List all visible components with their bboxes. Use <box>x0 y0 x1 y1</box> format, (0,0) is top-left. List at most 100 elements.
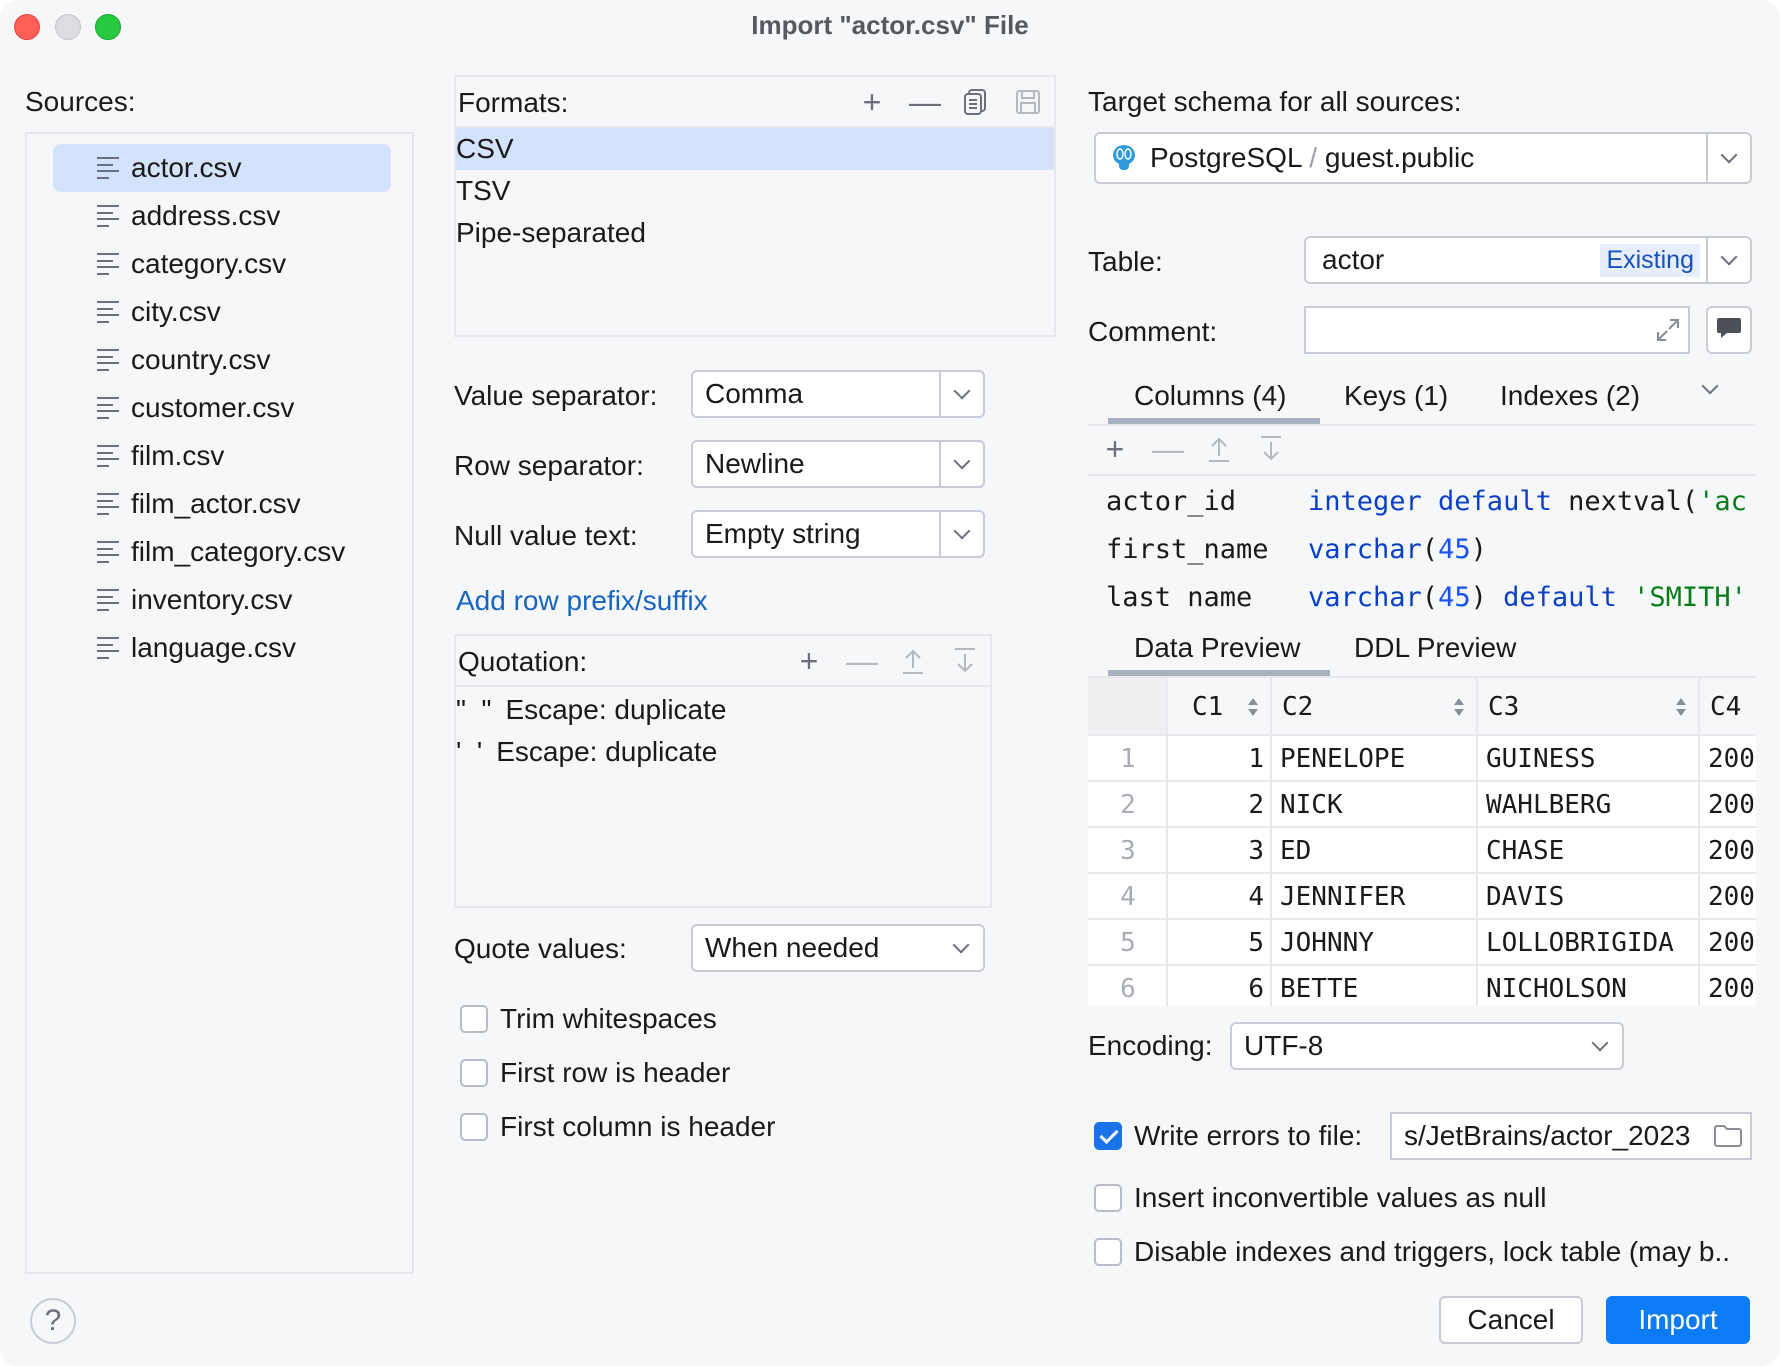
source-item[interactable]: actor.csv <box>53 144 391 192</box>
grid-cell[interactable]: 3 <box>1168 828 1264 874</box>
grid-cell[interactable]: 200 <box>1708 828 1755 874</box>
source-item[interactable]: language.csv <box>53 624 391 672</box>
preview-tab[interactable]: DDL Preview <box>1354 632 1516 664</box>
structure-tab[interactable]: Keys (1) <box>1344 380 1448 412</box>
grid-cell[interactable]: 2 <box>1168 782 1264 828</box>
source-item[interactable]: inventory.csv <box>53 576 391 624</box>
comment-editor-button[interactable] <box>1706 306 1752 354</box>
column-header[interactable]: C2 <box>1282 684 1313 730</box>
copy-icon[interactable] <box>961 87 991 117</box>
move-up-icon[interactable] <box>898 646 928 676</box>
move-down-icon[interactable] <box>950 646 980 676</box>
format-item[interactable]: TSV <box>456 170 1054 212</box>
column-definition[interactable]: actor_id integer default nextval('ac <box>1106 482 1747 522</box>
tabs-overflow-chevron-icon[interactable] <box>1701 377 1719 395</box>
null-value-text-select[interactable]: Empty string <box>691 510 985 558</box>
add-row-prefix-suffix-link[interactable]: Add row prefix/suffix <box>456 585 708 617</box>
source-item[interactable]: address.csv <box>53 192 391 240</box>
grid-cell[interactable]: PENELOPE <box>1280 736 1405 782</box>
grid-cell[interactable]: 200 <box>1708 782 1755 828</box>
grid-cell[interactable]: 200 <box>1708 920 1755 966</box>
grid-cell[interactable]: 200 <box>1708 874 1755 920</box>
grid-cell[interactable]: 1 <box>1168 736 1264 782</box>
grid-cell[interactable]: GUINESS <box>1486 736 1596 782</box>
format-option-label: Trim whitespaces <box>500 1003 717 1034</box>
save-icon[interactable] <box>1013 87 1043 117</box>
columns-list[interactable]: actor_id integer default nextval('ac first… <box>1088 476 1756 610</box>
grid-cell[interactable]: NICHOLSON <box>1486 966 1627 1006</box>
structure-tab[interactable]: Columns (4) <box>1134 380 1286 412</box>
cancel-button[interactable]: Cancel <box>1439 1296 1583 1344</box>
sort-icon[interactable] <box>1454 697 1464 717</box>
source-item[interactable]: customer.csv <box>53 384 391 432</box>
remove-icon[interactable]: — <box>846 645 878 677</box>
add-icon[interactable]: + <box>857 86 887 118</box>
column-header[interactable]: C3 <box>1488 684 1519 730</box>
grid-cell[interactable]: 4 <box>1168 874 1264 920</box>
sort-icon[interactable] <box>1676 697 1686 717</box>
source-item[interactable]: film.csv <box>53 432 391 480</box>
move-down-icon[interactable] <box>1256 434 1286 464</box>
folder-icon[interactable] <box>1706 1123 1750 1149</box>
sort-icon[interactable] <box>1248 697 1258 717</box>
source-item[interactable]: category.csv <box>53 240 391 288</box>
encoding-value: UTF-8 <box>1244 1030 1324 1061</box>
column-header[interactable]: C1 <box>1192 684 1223 730</box>
import-button[interactable]: Import <box>1606 1296 1750 1344</box>
table-select[interactable]: actor Existing <box>1304 236 1752 284</box>
quotation-item[interactable]: " " Escape: duplicate <box>456 689 990 731</box>
write-errors-checkbox[interactable] <box>1094 1122 1122 1150</box>
error-file-path-input[interactable]: s/JetBrains/actor_2023 <box>1390 1112 1752 1160</box>
preview-tab[interactable]: Data Preview <box>1134 632 1301 664</box>
grid-cell[interactable]: 6 <box>1168 966 1264 1006</box>
grid-cell[interactable]: NICK <box>1280 782 1343 828</box>
value-separator-select[interactable]: Comma <box>691 370 985 418</box>
add-icon[interactable]: + <box>794 645 824 677</box>
structure-tab[interactable]: Indexes (2) <box>1500 380 1640 412</box>
grid-cell[interactable]: 5 <box>1168 920 1264 966</box>
grid-cell[interactable]: 200 <box>1708 966 1755 1006</box>
row-separator-select[interactable]: Newline <box>691 440 985 488</box>
insert-null-checkbox[interactable] <box>1094 1184 1122 1212</box>
grid-cell[interactable]: BETTE <box>1280 966 1358 1006</box>
grid-cell[interactable]: JOHNNY <box>1280 920 1374 966</box>
grid-cell[interactable]: WAHLBERG <box>1486 782 1611 828</box>
comment-input[interactable] <box>1304 306 1690 354</box>
grid-cell[interactable]: DAVIS <box>1486 874 1564 920</box>
remove-icon[interactable]: — <box>909 86 941 118</box>
quotation-list[interactable]: " " Escape: duplicate ' ' Escape: duplicate <box>456 687 990 906</box>
format-item[interactable]: Pipe-separated <box>456 212 1054 254</box>
grid-cell[interactable]: LOLLOBRIGIDA <box>1486 920 1674 966</box>
format-item[interactable]: CSV <box>456 128 1054 170</box>
format-option-checkbox[interactable] <box>460 1113 488 1141</box>
quotation-item[interactable]: ' ' Escape: duplicate <box>456 731 990 773</box>
row-separator-label: Row separator: <box>454 450 644 481</box>
grid-cell[interactable]: CHASE <box>1486 828 1564 874</box>
source-item[interactable]: country.csv <box>53 336 391 384</box>
source-item[interactable]: city.csv <box>53 288 391 336</box>
quote-values-select[interactable]: When needed <box>691 924 985 972</box>
format-option-checkbox[interactable] <box>460 1005 488 1033</box>
sources-list[interactable]: actor.csv address.csv category.csv city.csv… <box>25 132 414 1274</box>
expand-icon[interactable] <box>1648 316 1688 344</box>
column-definition[interactable]: first_name varchar(45) <box>1106 530 1487 570</box>
write-errors-label: Write errors to file: <box>1134 1120 1363 1151</box>
column-header[interactable]: C4 <box>1710 684 1741 730</box>
add-icon[interactable]: + <box>1100 433 1130 465</box>
move-up-icon[interactable] <box>1204 434 1234 464</box>
column-type-token: ) <box>1470 582 1504 610</box>
column-definition[interactable]: last_name varchar(45) default 'SMITH' <box>1106 578 1747 610</box>
grid-cell[interactable]: 200 <box>1708 736 1755 782</box>
encoding-select[interactable]: UTF-8 <box>1230 1022 1624 1070</box>
help-button[interactable]: ? <box>30 1298 76 1344</box>
format-option-checkbox[interactable] <box>460 1059 488 1087</box>
grid-cell[interactable]: JENNIFER <box>1280 874 1405 920</box>
source-item[interactable]: film_actor.csv <box>53 480 391 528</box>
grid-cell[interactable]: ED <box>1280 828 1311 874</box>
target-schema-select[interactable]: PostgreSQL / guest.public <box>1094 132 1752 184</box>
data-preview-grid[interactable]: C1 C2 C3 C4 1 1 PENELOPE GUINESS 200 2 2 NICK WAHLBE… <box>1088 676 1756 1006</box>
source-item[interactable]: film_category.csv <box>53 528 391 576</box>
disable-indexes-checkbox[interactable] <box>1094 1238 1122 1266</box>
remove-icon[interactable]: — <box>1152 433 1184 465</box>
formats-list[interactable]: CSV TSV Pipe-separated <box>456 128 1054 335</box>
